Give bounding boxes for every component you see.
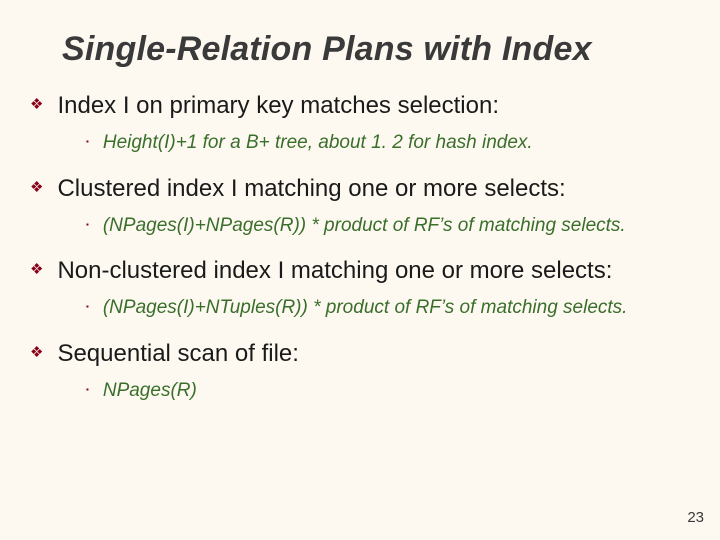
bullet-3-text: Non-clustered index I matching one or mo…	[57, 256, 612, 286]
diamond-icon: ❖	[30, 339, 43, 367]
square-icon: ▪	[86, 379, 89, 401]
bullet-4: ❖ Sequential scan of file:	[48, 339, 672, 369]
bullet-4-text: Sequential scan of file:	[57, 339, 299, 369]
subbullet-3: ▪ (NPages(I)+NTuples(R)) * product of RF…	[86, 296, 672, 321]
subbullet-1-text: Height(I)+1 for a B+ tree, about 1. 2 fo…	[103, 131, 533, 156]
bullet-3: ❖ Non-clustered index I matching one or …	[48, 256, 672, 286]
bullet-2-text: Clustered index I matching one or more s…	[57, 174, 565, 204]
square-icon: ▪	[86, 296, 89, 318]
slide: Single-Relation Plans with Index ❖ Index…	[0, 0, 720, 540]
diamond-icon: ❖	[30, 256, 43, 284]
subbullet-3-text: (NPages(I)+NTuples(R)) * product of RF’s…	[103, 296, 628, 321]
bullet-1: ❖ Index I on primary key matches selecti…	[48, 91, 672, 121]
subbullet-2: ▪ (NPages(I)+NPages(R)) * product of RF’…	[86, 214, 672, 239]
subbullet-4: ▪ NPages(R)	[86, 379, 672, 404]
subbullet-4-text: NPages(R)	[103, 379, 197, 404]
subbullet-2-text: (NPages(I)+NPages(R)) * product of RF’s …	[103, 214, 626, 239]
square-icon: ▪	[86, 131, 89, 153]
bullet-1-text: Index I on primary key matches selection…	[57, 91, 499, 121]
diamond-icon: ❖	[30, 91, 43, 119]
slide-title: Single-Relation Plans with Index	[62, 24, 672, 69]
subbullet-1: ▪ Height(I)+1 for a B+ tree, about 1. 2 …	[86, 131, 672, 156]
square-icon: ▪	[86, 214, 89, 236]
bullet-2: ❖ Clustered index I matching one or more…	[48, 174, 672, 204]
page-number: 23	[687, 509, 704, 526]
diamond-icon: ❖	[30, 174, 43, 202]
